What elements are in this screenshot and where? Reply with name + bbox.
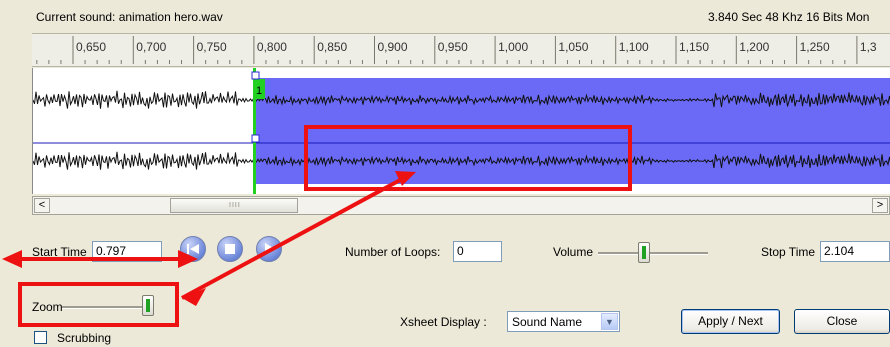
ruler-tick-label: 0,650 (76, 40, 106, 54)
loops-field[interactable]: 0 (453, 241, 502, 262)
volume-slider-track[interactable] (598, 252, 708, 255)
ruler-tick-label: 1,000 (498, 40, 528, 54)
horizontal-scrollbar[interactable]: < IIII > (32, 196, 890, 215)
ruler-tick-label: 0,700 (136, 40, 166, 54)
sound-info-label: 3.840 Sec 48 Khz 16 Bits Mon (708, 10, 870, 24)
ruler-tick-label: 1,050 (558, 40, 588, 54)
ruler-tick-label: 1,250 (800, 40, 830, 54)
scroll-right-button[interactable]: > (872, 198, 888, 213)
ruler-tick-label: 1,3 (860, 40, 877, 54)
time-ruler[interactable]: 0,650 0,700 0,750 0,800 0,850 0,900 0,950 1,000… (32, 33, 890, 67)
loops-label: Number of Loops: (345, 245, 441, 259)
ruler-tick-label: 1,150 (679, 40, 709, 54)
scroll-thumb[interactable]: IIII (170, 198, 298, 213)
zoom-slider-track[interactable] (62, 306, 152, 309)
sound-editor-dialog: Current sound: animation hero.wav 3.840 … (0, 0, 890, 347)
ruler-tick-label: 0,900 (378, 40, 408, 54)
ruler-tick-label: 0,850 (317, 40, 347, 54)
close-button[interactable]: Close (794, 309, 890, 334)
ruler-tick-label: 0,950 (438, 40, 468, 54)
stop-time-label: Stop Time (761, 245, 816, 259)
zoom-slider-thumb[interactable] (141, 295, 154, 316)
selection-handle[interactable] (251, 71, 260, 80)
rewind-button[interactable] (180, 236, 206, 262)
play-icon (265, 243, 275, 255)
start-time-label: Start Time (32, 245, 87, 259)
scroll-left-button[interactable]: < (34, 198, 50, 213)
xsheet-display-label: Xsheet Display : (400, 315, 487, 329)
annotation-arrowhead-left (2, 250, 22, 268)
ruler-tick-label: 1,200 (739, 40, 769, 54)
selection-handle[interactable] (251, 134, 260, 143)
apply-next-button[interactable]: Apply / Next (681, 309, 780, 334)
zoom-label: Zoom (32, 300, 63, 314)
playhead-label: 1 (256, 85, 262, 97)
ruler-tick-label: 0,750 (197, 40, 227, 54)
ruler-tick-label: 1,100 (619, 40, 649, 54)
xsheet-display-value: Sound Name (512, 315, 583, 329)
ruler-ticks: 0,650 0,700 0,750 0,800 0,850 0,900 0,950 1,000… (36, 36, 877, 64)
ruler-tick-label: 0,800 (257, 40, 287, 54)
stop-button[interactable] (217, 236, 243, 262)
waveform-graphic: 1 (33, 68, 890, 194)
scrubbing-checkbox[interactable] (34, 331, 47, 344)
scrubbing-label: Scrubbing (57, 331, 112, 345)
stop-time-field[interactable]: 2.104 (820, 241, 890, 262)
volume-label: Volume (553, 245, 594, 259)
current-sound-label: Current sound: animation hero.wav (36, 10, 223, 24)
stop-icon (225, 244, 235, 254)
xsheet-display-select[interactable]: Sound Name ▼ (507, 311, 620, 332)
play-button[interactable] (256, 236, 282, 262)
waveform-area[interactable]: 1 (32, 68, 890, 194)
chevron-down-icon[interactable]: ▼ (601, 313, 618, 330)
waveform-selection[interactable] (255, 78, 890, 184)
rewind-icon (187, 244, 199, 254)
volume-slider-thumb[interactable] (638, 242, 651, 263)
annotation-arrowhead-down (182, 288, 206, 306)
start-time-field[interactable]: 0.797 (92, 241, 162, 262)
grip-icon: IIII (229, 202, 241, 209)
chevron-right-icon: > (876, 199, 884, 211)
chevron-left-icon: < (38, 199, 46, 211)
